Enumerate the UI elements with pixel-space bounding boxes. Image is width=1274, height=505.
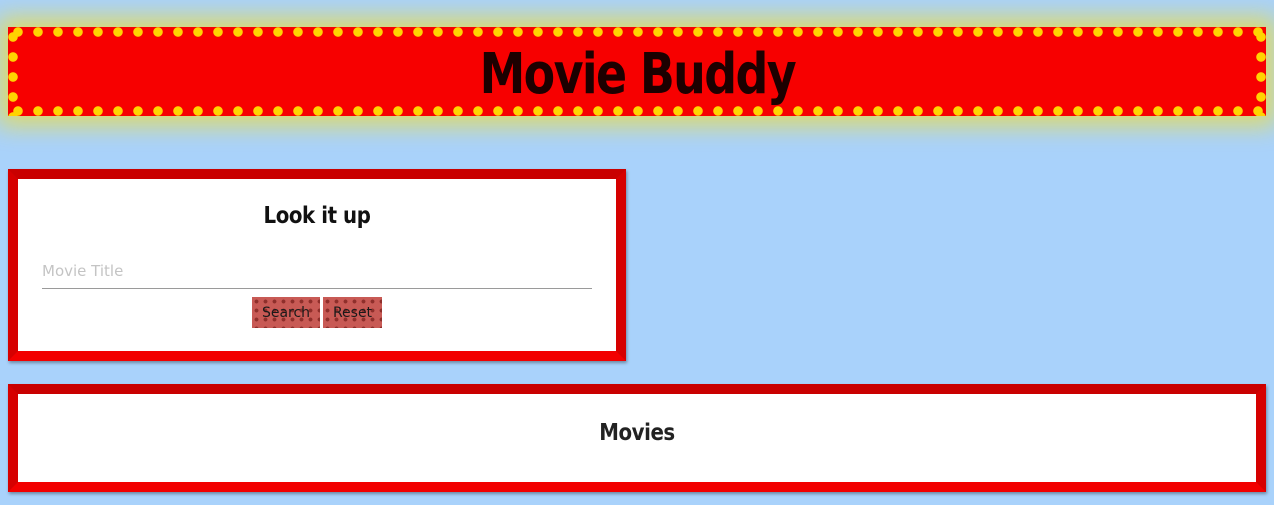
search-heading: Look it up (263, 203, 371, 229)
search-panel: Look it up Search Reset (8, 169, 626, 361)
movie-title-input[interactable] (42, 253, 592, 289)
movies-panel: Movies (8, 384, 1266, 492)
search-actions: Search Reset (18, 297, 616, 328)
app-title: Movie Buddy (479, 41, 796, 107)
movies-heading: Movies (599, 420, 675, 446)
reset-button[interactable]: Reset (323, 297, 382, 328)
search-button[interactable]: Search (252, 297, 320, 328)
marquee-banner: Movie Buddy (8, 27, 1266, 116)
